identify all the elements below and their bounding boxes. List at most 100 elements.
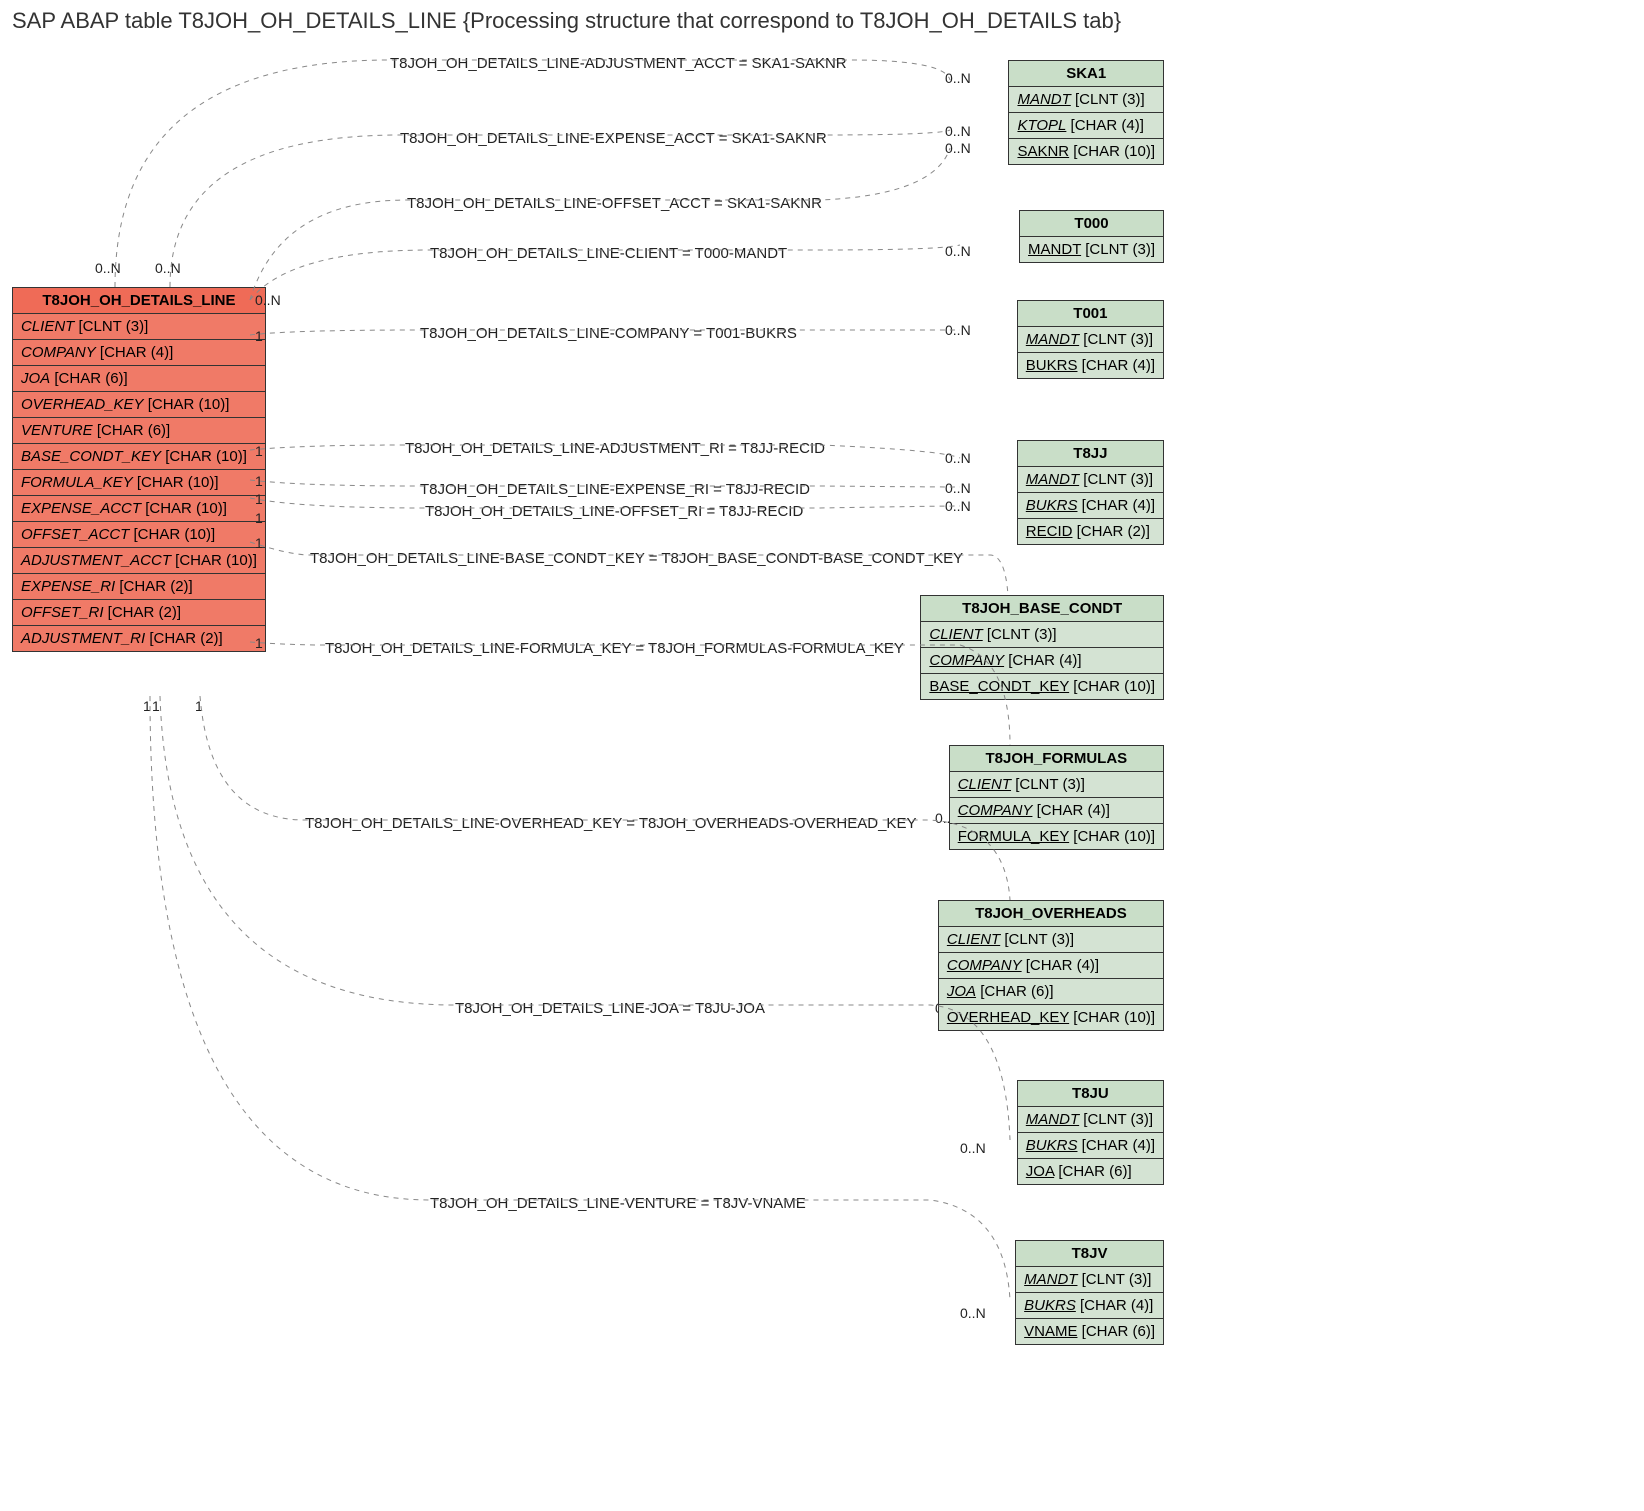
relationship-label: T8JOH_OH_DETAILS_LINE-OFFSET_RI = T8JJ-R… bbox=[425, 503, 803, 520]
field-type: [CHAR (4)] bbox=[96, 344, 174, 361]
field-name: JOA bbox=[947, 983, 976, 1000]
ref-entity-field: RECID [CHAR (2)] bbox=[1018, 519, 1163, 544]
ref-entity-field: COMPANY [CHAR (4)] bbox=[950, 798, 1163, 824]
field-type: [CLNT (3)] bbox=[1079, 331, 1153, 348]
field-type: [CHAR (4)] bbox=[1077, 1137, 1155, 1154]
cardinality-label: 0..N bbox=[155, 260, 181, 276]
field-name: BASE_CONDT_KEY bbox=[929, 678, 1069, 695]
relationship-label: T8JOH_OH_DETAILS_LINE-CLIENT = T000-MAND… bbox=[430, 245, 787, 262]
cardinality-label: 1 bbox=[255, 328, 263, 344]
main-entity-field: JOA [CHAR (6)] bbox=[13, 366, 265, 392]
field-type: [CHAR (4)] bbox=[1077, 497, 1155, 514]
ref-entity-t8joh_formulas: T8JOH_FORMULASCLIENT [CLNT (3)]COMPANY [… bbox=[949, 745, 1164, 850]
ref-entity-field: JOA [CHAR (6)] bbox=[1018, 1159, 1163, 1184]
ref-entity-field: MANDT [CLNT (3)] bbox=[1018, 467, 1163, 493]
ref-entity-field: CLIENT [CLNT (3)] bbox=[921, 622, 1163, 648]
field-type: [CHAR (6)] bbox=[93, 422, 171, 439]
ref-entity-t001: T001MANDT [CLNT (3)]BUKRS [CHAR (4)] bbox=[1017, 300, 1164, 379]
ref-entity-field: MANDT [CLNT (3)] bbox=[1018, 327, 1163, 353]
ref-entity-name: T8JJ bbox=[1018, 441, 1163, 467]
main-entity-field: OVERHEAD_KEY [CHAR (10)] bbox=[13, 392, 265, 418]
field-type: [CHAR (4)] bbox=[1077, 357, 1155, 374]
cardinality-label: 1 bbox=[255, 491, 263, 507]
field-type: [CHAR (10)] bbox=[161, 448, 247, 465]
relationship-label: T8JOH_OH_DETAILS_LINE-JOA = T8JU-JOA bbox=[455, 1000, 765, 1017]
ref-entity-field: COMPANY [CHAR (4)] bbox=[939, 953, 1163, 979]
field-type: [CHAR (2)] bbox=[1072, 523, 1150, 540]
relationship-label: T8JOH_OH_DETAILS_LINE-FORMULA_KEY = T8JO… bbox=[325, 640, 904, 657]
field-type: [CHAR (6)] bbox=[50, 370, 128, 387]
main-entity-field: COMPANY [CHAR (4)] bbox=[13, 340, 265, 366]
ref-entity-field: BUKRS [CHAR (4)] bbox=[1018, 353, 1163, 378]
field-name: COMPANY bbox=[21, 344, 96, 361]
field-type: [CHAR (4)] bbox=[1032, 802, 1110, 819]
field-type: [CHAR (10)] bbox=[129, 526, 215, 543]
ref-entity-name: T8JV bbox=[1016, 1241, 1163, 1267]
ref-entity-field: BUKRS [CHAR (4)] bbox=[1018, 493, 1163, 519]
cardinality-label: 0..N bbox=[945, 243, 971, 259]
ref-entity-field: JOA [CHAR (6)] bbox=[939, 979, 1163, 1005]
ref-entity-field: CLIENT [CLNT (3)] bbox=[950, 772, 1163, 798]
ref-entity-t8jv: T8JVMANDT [CLNT (3)]BUKRS [CHAR (4)]VNAM… bbox=[1015, 1240, 1164, 1345]
field-name: JOA bbox=[21, 370, 50, 387]
ref-entity-field: FORMULA_KEY [CHAR (10)] bbox=[950, 824, 1163, 849]
main-entity-field: VENTURE [CHAR (6)] bbox=[13, 418, 265, 444]
ref-entity-field: BASE_CONDT_KEY [CHAR (10)] bbox=[921, 674, 1163, 699]
field-type: [CHAR (4)] bbox=[1076, 1297, 1154, 1314]
cardinality-label: 0..N bbox=[960, 1140, 986, 1156]
field-name: BUKRS bbox=[1026, 497, 1078, 514]
relationship-lines bbox=[0, 0, 1644, 1511]
field-name: MANDT bbox=[1017, 91, 1070, 108]
field-name: ADJUSTMENT_RI bbox=[21, 630, 145, 647]
ref-entity-name: T8JOH_BASE_CONDT bbox=[921, 596, 1163, 622]
field-name: OFFSET_ACCT bbox=[21, 526, 129, 543]
ref-entity-name: T8JOH_FORMULAS bbox=[950, 746, 1163, 772]
field-name: CLIENT bbox=[21, 318, 74, 335]
field-name: MANDT bbox=[1024, 1271, 1077, 1288]
field-name: OVERHEAD_KEY bbox=[947, 1009, 1069, 1026]
field-name: MANDT bbox=[1028, 241, 1081, 258]
field-type: [CHAR (6)] bbox=[1054, 1163, 1132, 1180]
cardinality-label: 0..N bbox=[945, 450, 971, 466]
cardinality-label: 1 bbox=[152, 698, 160, 714]
field-name: FORMULA_KEY bbox=[21, 474, 133, 491]
ref-entity-field: MANDT [CLNT (3)] bbox=[1020, 237, 1163, 262]
cardinality-label: 1 bbox=[255, 473, 263, 489]
field-name: KTOPL bbox=[1017, 117, 1066, 134]
field-name: CLIENT bbox=[929, 626, 982, 643]
main-entity-field: ADJUSTMENT_ACCT [CHAR (10)] bbox=[13, 548, 265, 574]
field-name: COMPANY bbox=[958, 802, 1033, 819]
field-name: OVERHEAD_KEY bbox=[21, 396, 144, 413]
relationship-label: T8JOH_OH_DETAILS_LINE-EXPENSE_RI = T8JJ-… bbox=[420, 481, 810, 498]
field-type: [CHAR (10)] bbox=[171, 552, 257, 569]
field-name: BUKRS bbox=[1026, 1137, 1078, 1154]
field-type: [CHAR (10)] bbox=[1069, 828, 1155, 845]
field-name: VENTURE bbox=[21, 422, 93, 439]
ref-entity-field: CLIENT [CLNT (3)] bbox=[939, 927, 1163, 953]
cardinality-label: 0..N bbox=[945, 70, 971, 86]
cardinality-label: 0..N bbox=[95, 260, 121, 276]
field-type: [CHAR (2)] bbox=[145, 630, 223, 647]
main-entity-field: CLIENT [CLNT (3)] bbox=[13, 314, 265, 340]
relationship-label: T8JOH_OH_DETAILS_LINE-BASE_CONDT_KEY = T… bbox=[310, 550, 963, 567]
field-type: [CHAR (2)] bbox=[115, 578, 193, 595]
ref-entity-t8joh_overheads: T8JOH_OVERHEADSCLIENT [CLNT (3)]COMPANY … bbox=[938, 900, 1164, 1031]
ref-entity-ska1: SKA1MANDT [CLNT (3)]KTOPL [CHAR (4)]SAKN… bbox=[1008, 60, 1164, 165]
field-name: EXPENSE_ACCT bbox=[21, 500, 141, 517]
ref-entity-field: OVERHEAD_KEY [CHAR (10)] bbox=[939, 1005, 1163, 1030]
cardinality-label: 0..N bbox=[945, 498, 971, 514]
main-entity-field: EXPENSE_RI [CHAR (2)] bbox=[13, 574, 265, 600]
main-entity-field: OFFSET_RI [CHAR (2)] bbox=[13, 600, 265, 626]
cardinality-label: 0..N bbox=[255, 292, 281, 308]
relationship-label: T8JOH_OH_DETAILS_LINE-OVERHEAD_KEY = T8J… bbox=[305, 815, 916, 832]
ref-entity-field: MANDT [CLNT (3)] bbox=[1018, 1107, 1163, 1133]
field-name: COMPANY bbox=[947, 957, 1022, 974]
field-name: SAKNR bbox=[1017, 143, 1069, 160]
page-title: SAP ABAP table T8JOH_OH_DETAILS_LINE {Pr… bbox=[12, 8, 1121, 34]
main-entity-name: T8JOH_OH_DETAILS_LINE bbox=[13, 288, 265, 314]
field-type: [CLNT (3)] bbox=[1071, 91, 1145, 108]
field-name: BASE_CONDT_KEY bbox=[21, 448, 161, 465]
field-name: CLIENT bbox=[947, 931, 1000, 948]
main-entity-field: EXPENSE_ACCT [CHAR (10)] bbox=[13, 496, 265, 522]
relationship-label: T8JOH_OH_DETAILS_LINE-EXPENSE_ACCT = SKA… bbox=[400, 130, 827, 147]
